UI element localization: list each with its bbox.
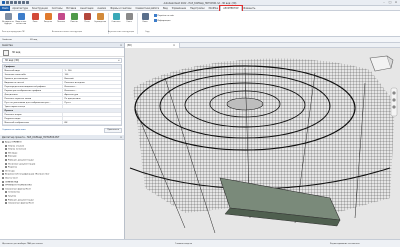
group-label: Вспомогательные конструкции [52, 31, 82, 33]
ceiling-button[interactable]: Потолок [55, 12, 67, 28]
copy-icon [141, 13, 149, 20]
group-label: Роль для продукции ПК [2, 31, 25, 33]
close-icon[interactable]: × [120, 135, 122, 140]
properties-help-link[interactable]: Справка по свойствам [2, 129, 26, 131]
save-icon[interactable] [10, 1, 13, 4]
ceiling-icon [57, 13, 65, 20]
sections-button[interactable]: Разделы [42, 12, 54, 28]
dome-model [125, 48, 400, 239]
undo-icon[interactable] [18, 1, 21, 4]
close-icon[interactable]: × [394, 1, 398, 4]
plumb-icon [125, 13, 133, 20]
status-text: Щелкните для выбора, TAB для смены [2, 242, 43, 245]
print-icon[interactable] [26, 1, 29, 4]
chevron-down-icon: ▾ [118, 59, 120, 62]
group-separator [137, 13, 138, 34]
maximize-icon[interactable]: □ [388, 1, 392, 4]
zoom-icon[interactable] [392, 98, 396, 102]
window-title: Autodesk Revit 2022 - ПАЗ_КОЛЬЦА_ПОТОЛОК… [163, 1, 237, 5]
status-bar: Щелкните для выбора, TAB для смены Главн… [0, 239, 400, 247]
dome-center [226, 97, 264, 111]
properties-table: Графика Масштаб вида 1 : 100 Значение мас… [2, 64, 122, 126]
properties-footer: Справка по свойствам Применить [2, 127, 122, 133]
railings-icon [96, 13, 104, 20]
plank-icon [83, 13, 91, 20]
revit-logo-icon[interactable] [2, 1, 5, 4]
expand-icon[interactable] [5, 202, 7, 205]
info-link[interactable]: Информация [154, 19, 170, 22]
expand-icon[interactable] [2, 169, 4, 172]
expand-icon[interactable] [5, 151, 7, 154]
properties-panel: Свойства × 3D вид 3D вид: (3D) ▾ Графика… [0, 43, 125, 239]
type-selector[interactable]: 3D вид [0, 48, 124, 57]
redo-icon[interactable] [22, 1, 25, 4]
type-swatch-icon [3, 49, 9, 56]
roles-icon [31, 13, 39, 20]
expand-icon[interactable] [5, 198, 7, 201]
panels-icon [70, 13, 78, 20]
plank-button[interactable]: Пл-ка [81, 12, 93, 28]
expand-icon[interactable] [5, 166, 7, 169]
expand-icon[interactable] [2, 180, 4, 183]
light-icon [112, 13, 120, 20]
pan-icon[interactable] [392, 105, 396, 109]
expand-icon[interactable] [5, 191, 7, 194]
group-label: Copy [145, 31, 150, 33]
apply-button[interactable]: Применить [104, 127, 122, 133]
minimize-icon[interactable]: – [382, 1, 386, 4]
railings-button[interactable]: Ограждения [94, 12, 106, 28]
expand-icon[interactable] [2, 141, 4, 143]
expand-icon[interactable] [2, 184, 4, 187]
sections-icon [44, 13, 52, 20]
panels-button[interactable]: Панели [68, 12, 80, 28]
roles-button[interactable]: Роли [29, 12, 41, 28]
select-elements-button[interactable]: Выделение элементов [15, 12, 27, 28]
sync-icon[interactable] [14, 1, 17, 4]
expand-icon[interactable] [2, 173, 4, 176]
project-browser-tree: Виды (ПРИВЕЗ) Планы этажей Планы потолко… [0, 141, 124, 206]
info-icon [154, 19, 157, 22]
editing-status: Редактирование отключено [330, 242, 360, 245]
window-controls: – □ × [382, 1, 398, 4]
options-label: Свойства [2, 38, 12, 41]
ribbon-panel: Вставить из буфера Выделение элементов Р… [0, 11, 400, 37]
group-label: Акустические конструкции [108, 31, 134, 33]
clipboard-icon [4, 13, 12, 20]
expand-icon[interactable] [2, 187, 4, 190]
go-to-site-link[interactable]: Перейти по сайт [154, 14, 174, 17]
expand-icon[interactable] [5, 158, 7, 161]
property-row[interactable]: Масштаб отображения ИК [3, 121, 121, 125]
instance-dropdown[interactable]: 3D вид: (3D) ▾ [2, 58, 122, 63]
expand-icon[interactable] [5, 194, 7, 197]
copy-button[interactable]: Копи [139, 12, 151, 28]
options-view-label: 3D вид [30, 38, 38, 41]
expand-icon[interactable] [5, 144, 7, 147]
plumb-button[interactable]: Отвес [123, 12, 135, 28]
link-icon [154, 14, 157, 17]
steering-wheel-icon[interactable] [392, 91, 396, 95]
expand-icon[interactable] [5, 155, 7, 158]
paste-button[interactable]: Вставить из буфера [2, 12, 14, 28]
light-button[interactable]: Осветить [110, 12, 122, 28]
open-icon[interactable] [6, 1, 9, 4]
main-model-indicator[interactable]: Главная модель [175, 243, 192, 245]
expand-icon[interactable] [5, 162, 7, 165]
selection-icon [17, 13, 25, 20]
3d-viewport[interactable] [125, 48, 400, 239]
project-browser-header: Диспетчер проекта - ПАЗ_КОЛЬЦА_ПОТОЛОК.R… [0, 135, 124, 140]
quick-access-toolbar [2, 1, 29, 4]
tree-node[interactable]: Связанные файлы Revit [0, 202, 124, 206]
expand-icon[interactable] [5, 148, 7, 151]
expand-icon[interactable] [2, 176, 4, 179]
